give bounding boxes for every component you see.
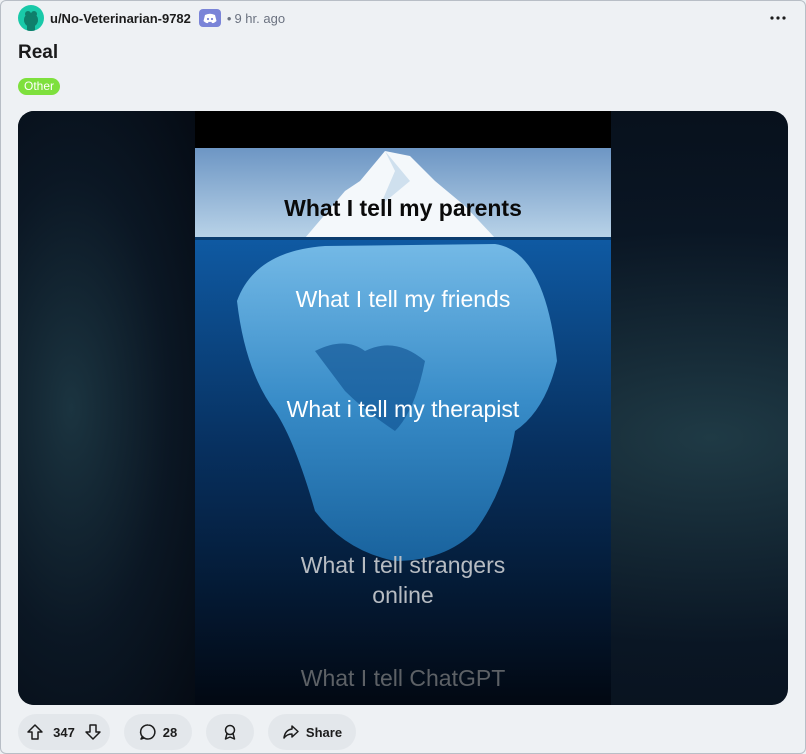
media-blur-left [18,111,195,705]
comment-icon [139,723,157,741]
discord-badge-icon [198,9,221,27]
upvote-icon[interactable] [26,723,44,741]
post-flair[interactable]: Other [18,78,61,95]
caption-chatgpt: What I tell ChatGPT [300,665,506,691]
more-options-icon[interactable] [768,8,788,28]
share-button[interactable]: Share [268,714,356,750]
share-label: Share [305,724,343,740]
post-title[interactable]: Real [18,42,58,64]
iceberg-image: What I tell my parents What I tell my fr… [195,111,611,705]
caption-parents: What I tell my parents [284,195,522,221]
award-button[interactable] [206,714,254,750]
post-header: u/No-Veterinarian-9782 • 9 hr. ago [18,5,285,31]
comment-count: 28 [162,724,178,740]
username[interactable]: u/No-Veterinarian-9782 [50,11,191,26]
vote-count: 347 [53,724,75,740]
action-bar: 347 28 Share [18,714,370,750]
avatar[interactable] [18,5,44,31]
caption-strangers: What I tell strangers online [300,552,506,608]
separator-dot: • [226,10,232,26]
caption-therapist: What i tell my therapist [286,396,520,422]
share-icon [282,723,300,741]
caption-friends: What I tell my friends [295,286,511,312]
post-time: 9 hr. ago [234,10,286,26]
downvote-icon[interactable] [84,723,102,741]
award-icon [221,723,239,741]
comments-button[interactable]: 28 [124,714,192,750]
vote-control: 347 [18,714,110,750]
post-media[interactable]: What I tell my parents What I tell my fr… [18,111,788,705]
